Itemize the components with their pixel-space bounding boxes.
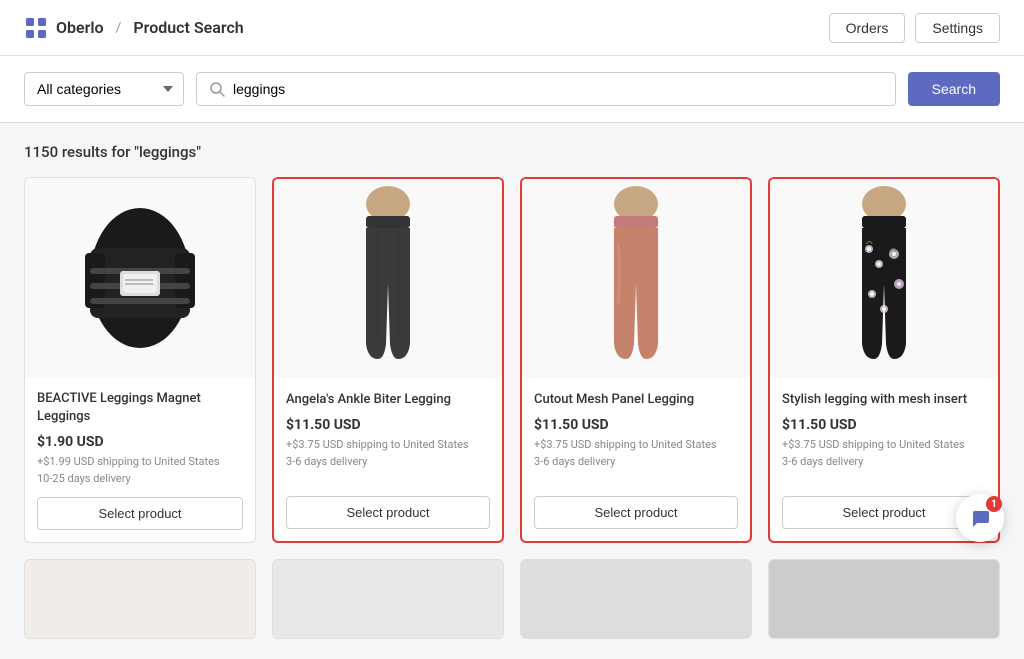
product-price: $11.50 USD bbox=[286, 417, 490, 433]
header: Oberlo / Product Search Orders Settings bbox=[0, 0, 1024, 56]
product-info: BEACTIVE Leggings Magnet Leggings $1.90 … bbox=[25, 378, 255, 542]
product-name: Stylish legging with mesh insert bbox=[782, 391, 986, 409]
header-left: Oberlo / Product Search bbox=[24, 16, 244, 40]
product-shipping: +$1.99 USD shipping to United States bbox=[37, 454, 243, 469]
chat-icon bbox=[969, 507, 991, 529]
product-image-area bbox=[770, 179, 998, 379]
chat-bubble[interactable]: 1 bbox=[956, 494, 1004, 542]
product-shipping: +$3.75 USD shipping to United States bbox=[782, 437, 986, 452]
orders-button[interactable]: Orders bbox=[829, 13, 906, 43]
product-card: BEACTIVE Leggings Magnet Leggings $1.90 … bbox=[24, 177, 256, 543]
product-grid-bottom bbox=[24, 559, 1000, 639]
product-image-area bbox=[274, 179, 502, 379]
product-delivery: 3-6 days delivery bbox=[782, 455, 986, 468]
product-card-partial bbox=[24, 559, 256, 639]
product-info: Angela's Ankle Biter Legging $11.50 USD … bbox=[274, 379, 502, 541]
product-price: $11.50 USD bbox=[534, 417, 738, 433]
product-shipping: +$3.75 USD shipping to United States bbox=[286, 437, 490, 452]
settings-button[interactable]: Settings bbox=[915, 13, 1000, 43]
product-name: Cutout Mesh Panel Legging bbox=[534, 391, 738, 409]
product-name: BEACTIVE Leggings Magnet Leggings bbox=[37, 390, 243, 426]
product-price: $11.50 USD bbox=[782, 417, 986, 433]
oberlo-logo-icon bbox=[24, 16, 48, 40]
product-card-partial bbox=[272, 559, 504, 639]
page-title: Product Search bbox=[133, 18, 243, 37]
product-card: Angela's Ankle Biter Legging $11.50 USD … bbox=[272, 177, 504, 543]
select-product-button[interactable]: Select product bbox=[534, 496, 738, 529]
product-image-knee-brace bbox=[75, 193, 205, 363]
logo-text: Oberlo bbox=[56, 18, 104, 37]
product-name: Angela's Ankle Biter Legging bbox=[286, 391, 490, 409]
product-grid: BEACTIVE Leggings Magnet Leggings $1.90 … bbox=[24, 177, 1000, 543]
product-card-partial bbox=[768, 559, 1000, 639]
product-delivery: 3-6 days delivery bbox=[286, 455, 490, 468]
header-separator: / bbox=[116, 20, 122, 36]
header-right: Orders Settings bbox=[829, 13, 1000, 43]
search-input-wrapper bbox=[196, 72, 896, 106]
product-card: Cutout Mesh Panel Legging $11.50 USD +$3… bbox=[520, 177, 752, 543]
product-image-area bbox=[25, 178, 255, 378]
category-select[interactable]: All categories Women's Clothing Men's Cl… bbox=[24, 72, 184, 106]
product-shipping: +$3.75 USD shipping to United States bbox=[534, 437, 738, 452]
select-product-button[interactable]: Select product bbox=[37, 497, 243, 530]
chat-badge: 1 bbox=[986, 496, 1002, 512]
product-price: $1.90 USD bbox=[37, 434, 243, 450]
product-card: Stylish legging with mesh insert $11.50 … bbox=[768, 177, 1000, 543]
search-bar: All categories Women's Clothing Men's Cl… bbox=[0, 56, 1024, 123]
results-count: 1150 results for "leggings" bbox=[24, 143, 1000, 161]
product-info: Cutout Mesh Panel Legging $11.50 USD +$3… bbox=[522, 379, 750, 541]
product-delivery: 3-6 days delivery bbox=[534, 455, 738, 468]
product-image-area bbox=[522, 179, 750, 379]
select-product-button[interactable]: Select product bbox=[286, 496, 490, 529]
main-content: 1150 results for "leggings" bbox=[0, 123, 1024, 659]
search-icon bbox=[209, 81, 225, 97]
search-button[interactable]: Search bbox=[908, 72, 1000, 106]
select-product-button[interactable]: Select product bbox=[782, 496, 986, 529]
product-image-dark-legging bbox=[348, 184, 428, 374]
product-card-partial bbox=[520, 559, 752, 639]
search-input[interactable] bbox=[233, 73, 883, 105]
product-image-floral-legging bbox=[844, 184, 924, 374]
product-delivery: 10-25 days delivery bbox=[37, 472, 243, 485]
product-image-pink-legging bbox=[596, 184, 676, 374]
